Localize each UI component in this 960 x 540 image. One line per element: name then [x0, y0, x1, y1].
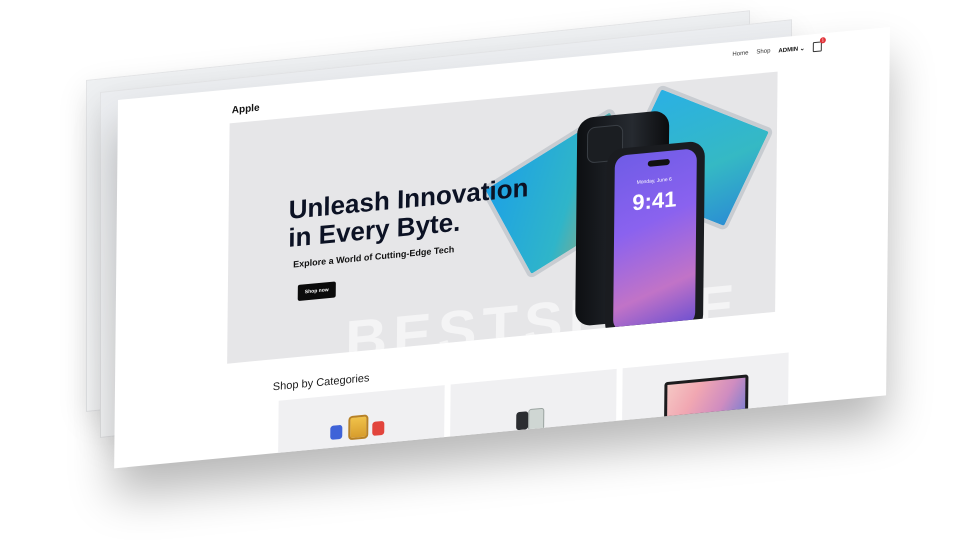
nav-shop-link[interactable]: Shop — [756, 48, 770, 55]
shop-now-button[interactable]: Shop now — [297, 281, 336, 302]
category-card-watches[interactable] — [278, 385, 445, 461]
cart-icon[interactable]: 1 — [812, 37, 826, 53]
hero-title: Unleash Innovation in Every Byte. — [288, 172, 528, 253]
web-page: Apple Home Shop ADMIN ⌄ 1 BESTSELLE Mond… — [114, 26, 890, 469]
nav-home-link[interactable]: Home — [732, 50, 748, 58]
dynamic-island — [647, 158, 670, 167]
phone-thumbnail — [516, 407, 546, 432]
watch-image — [348, 414, 369, 441]
site-logo[interactable]: Apple — [232, 103, 260, 117]
watch-image — [372, 420, 385, 436]
hero-banner: BESTSELLE Monday, June 6 9:41 Unleash In… — [227, 71, 778, 364]
admin-label: ADMIN — [778, 46, 799, 55]
admin-menu[interactable]: ADMIN ⌄ — [778, 45, 804, 55]
watch-image — [330, 424, 343, 440]
chevron-down-icon: ⌄ — [799, 45, 805, 52]
category-card-laptops[interactable] — [622, 352, 789, 429]
cart-count-badge: 1 — [819, 37, 826, 44]
phone-time: 9:41 — [632, 186, 677, 216]
macbook-screen — [667, 377, 746, 422]
top-nav: Home Shop ADMIN ⌄ 1 — [732, 37, 826, 59]
macbook-image — [664, 374, 749, 425]
stage: Apple Home Shop ADMIN ⌄ 1 BESTSELLE Mond… — [0, 0, 960, 540]
category-card-phones[interactable] — [450, 368, 617, 445]
phone-front-image: Monday, June 6 9:41 — [604, 140, 705, 340]
phone-date: Monday, June 6 — [636, 176, 672, 186]
categories-title: Shop by Categories — [272, 372, 370, 394]
phone-screen: Monday, June 6 9:41 — [613, 148, 697, 333]
